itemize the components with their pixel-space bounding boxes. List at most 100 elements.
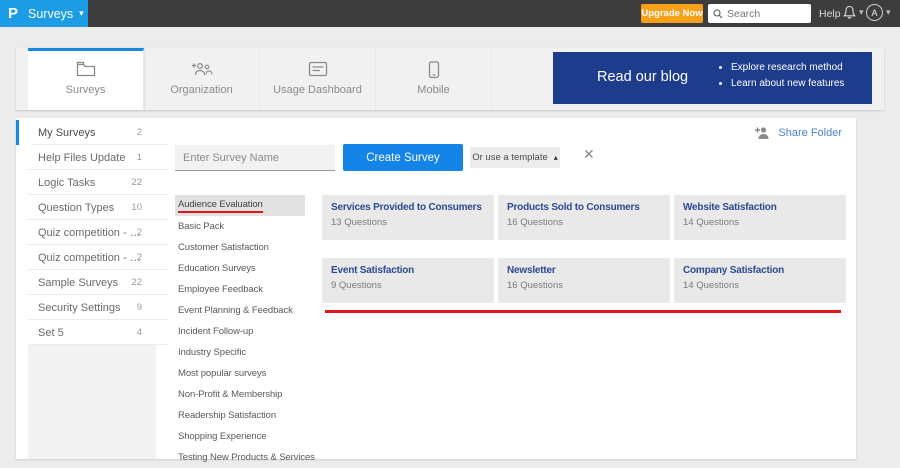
app-menu-label: Surveys (28, 6, 74, 21)
category-shopping-experience[interactable]: Shopping Experience (175, 426, 305, 447)
blog-bullet: Learn about new features (731, 78, 844, 89)
category-employee-feedback[interactable]: Employee Feedback (175, 279, 305, 300)
tab-label: Usage Dashboard (273, 84, 362, 96)
template-question-count: 14 Questions (683, 217, 739, 228)
folder-count: 2 (136, 252, 142, 263)
tab-label: Organization (170, 84, 233, 96)
main-content-panel: My Surveys 2 Help Files Update 1 Logic T… (16, 118, 856, 463)
upgrade-now-button[interactable]: Upgrade Now (641, 4, 703, 23)
blog-banner-bullets: Explore research method Learn about new … (731, 62, 844, 94)
category-most-popular-surveys[interactable]: Most popular surveys (175, 363, 305, 384)
template-question-count: 16 Questions (507, 280, 563, 291)
survey-name-input[interactable] (175, 145, 335, 171)
annotation-red-line (325, 310, 841, 313)
category-label: Audience Evaluation (178, 199, 263, 213)
create-survey-button[interactable]: Create Survey (343, 144, 463, 171)
template-card-website-satisfaction[interactable]: Website Satisfaction 14 Questions (674, 195, 846, 240)
use-template-label: Or use a template (472, 152, 548, 163)
tab-label: Surveys (65, 84, 106, 96)
tab-surveys[interactable]: Surveys (28, 48, 144, 110)
tab-usage-dashboard[interactable]: Usage Dashboard (260, 48, 376, 110)
template-question-count: 14 Questions (683, 280, 739, 291)
people-add-icon (144, 61, 259, 81)
sidebar-item-help-files-update[interactable]: Help Files Update 1 (16, 145, 168, 170)
chevron-down-icon: ▾ (886, 7, 891, 17)
category-basic-pack[interactable]: Basic Pack (175, 216, 305, 237)
folder-count: 4 (136, 327, 142, 338)
template-question-count: 13 Questions (331, 217, 387, 228)
account-menu[interactable]: A ▾ (866, 4, 891, 21)
folder-label: Question Types (38, 201, 115, 214)
sidebar-item-set-5[interactable]: Set 5 4 (16, 320, 168, 345)
share-folder-label: Share Folder (778, 126, 842, 139)
global-search[interactable] (708, 4, 811, 23)
help-link[interactable]: Help (819, 8, 841, 20)
folder-count: 10 (131, 202, 142, 213)
category-testing-new-products-services[interactable]: Testing New Products & Services (175, 447, 315, 468)
folder-count: 2 (136, 227, 142, 238)
template-title: Products Sold to Consumers (507, 202, 640, 213)
chevron-up-icon: ▴ (553, 153, 558, 162)
folder-count: 22 (131, 177, 142, 188)
category-audience-evaluation[interactable]: Audience Evaluation (175, 195, 305, 216)
chevron-down-icon: ▾ (859, 7, 864, 17)
template-title: Event Satisfaction (331, 265, 415, 276)
folder-label: Security Settings (38, 301, 121, 314)
tab-organization[interactable]: Organization (144, 48, 260, 110)
category-non-profit-membership[interactable]: Non-Profit & Membership (175, 384, 305, 405)
sidebar-item-security-settings[interactable]: Security Settings 9 (16, 295, 168, 320)
category-industry-specific[interactable]: Industry Specific (175, 342, 305, 363)
notifications-menu[interactable]: ▾ (843, 5, 864, 20)
blog-bullet: Explore research method (731, 62, 844, 73)
template-category-list: Audience Evaluation Basic Pack Customer … (175, 195, 315, 468)
template-title: Newsletter (507, 265, 556, 276)
template-card-services-provided-to-consumers[interactable]: Services Provided to Consumers 13 Questi… (322, 195, 494, 240)
app-window: P Surveys ▾ Upgrade Now Help ▾ A ▾ (0, 0, 900, 463)
category-customer-satisfaction[interactable]: Customer Satisfaction (175, 237, 305, 258)
folder-label: Set 5 (38, 326, 64, 339)
person-add-icon (754, 126, 770, 139)
sidebar-item-quiz-competition-2[interactable]: Quiz competition - … 2 (16, 245, 168, 270)
template-card-newsletter[interactable]: Newsletter 16 Questions (498, 258, 670, 303)
template-title: Company Satisfaction (683, 265, 785, 276)
dashboard-icon (260, 61, 375, 81)
template-title: Website Satisfaction (683, 202, 777, 213)
category-event-planning-feedback[interactable]: Event Planning & Feedback (175, 300, 305, 321)
sidebar-item-logic-tasks[interactable]: Logic Tasks 22 (16, 170, 168, 195)
template-question-count: 9 Questions (331, 280, 382, 291)
template-card-event-satisfaction[interactable]: Event Satisfaction 9 Questions (322, 258, 494, 303)
folder-label: Help Files Update (38, 151, 126, 164)
template-question-count: 16 Questions (507, 217, 563, 228)
folder-label: My Surveys (38, 126, 96, 139)
template-title: Services Provided to Consumers (331, 202, 482, 213)
template-card-products-sold-to-consumers[interactable]: Products Sold to Consumers 16 Questions (498, 195, 670, 240)
folder-label: Sample Surveys (38, 276, 119, 289)
use-template-dropdown[interactable]: Or use a template ▴ (470, 147, 560, 168)
folder-count: 9 (136, 302, 142, 313)
folder-count: 2 (136, 127, 142, 138)
tab-mobile[interactable]: Mobile (376, 48, 492, 110)
chevron-down-icon: ▾ (79, 8, 84, 18)
folder-icon (28, 61, 143, 81)
app-switcher-menu[interactable]: P Surveys ▾ (0, 0, 88, 27)
close-icon[interactable]: ✕ (583, 147, 595, 161)
read-our-blog-banner[interactable]: Read our blog Explore research method Le… (553, 52, 872, 104)
tab-label: Mobile (417, 84, 450, 96)
sidebar-item-sample-surveys[interactable]: Sample Surveys 22 (16, 270, 168, 295)
share-folder-link[interactable]: Share Folder (754, 126, 842, 139)
category-education-surveys[interactable]: Education Surveys (175, 258, 305, 279)
sidebar-item-my-surveys[interactable]: My Surveys 2 (16, 120, 168, 145)
category-incident-follow-up[interactable]: Incident Follow-up (175, 321, 305, 342)
sidebar-item-question-types[interactable]: Question Types 10 (16, 195, 168, 220)
folder-label: Logic Tasks (38, 176, 96, 189)
search-input[interactable] (727, 7, 807, 20)
primary-tab-bar: Surveys Organization Usage Dashboard Mob… (16, 48, 884, 110)
avatar: A (866, 4, 883, 21)
sidebar-item-quiz-competition-1[interactable]: Quiz competition - … 2 (16, 220, 168, 245)
category-readership-satisfaction[interactable]: Readership Satisfaction (175, 405, 305, 426)
folder-label: Quiz competition - … (38, 226, 141, 239)
blog-banner-title: Read our blog (597, 69, 689, 85)
template-card-company-satisfaction[interactable]: Company Satisfaction 14 Questions (674, 258, 846, 303)
search-icon (713, 8, 723, 19)
folder-label: Quiz competition - … (38, 251, 141, 264)
